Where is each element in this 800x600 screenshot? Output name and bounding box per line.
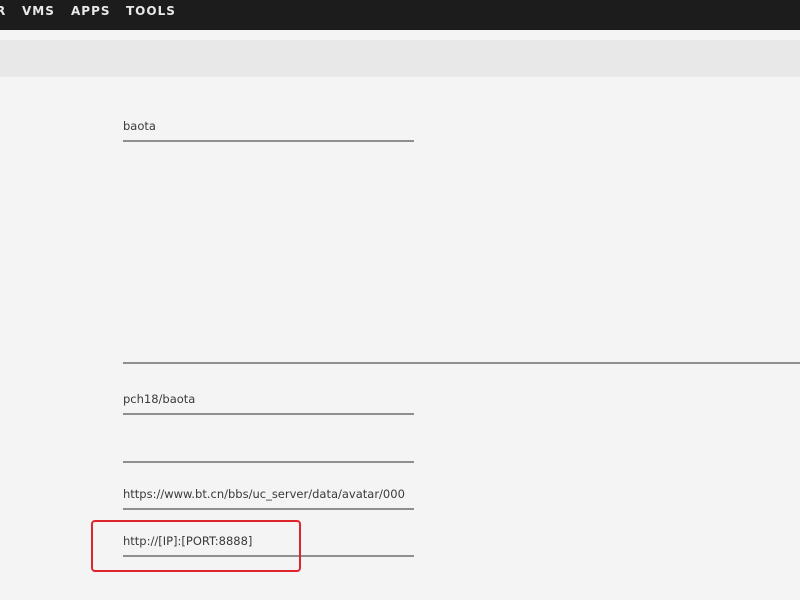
icon-url-field[interactable]: https://www.bt.cn/bbs/uc_server/data/ava… bbox=[123, 479, 414, 510]
nav-item-apps[interactable]: APPS bbox=[71, 4, 111, 18]
nav-item-vms[interactable]: VMS bbox=[22, 4, 55, 18]
nav-item-tools[interactable]: TOOLS bbox=[126, 4, 176, 18]
icon-url-field-value: https://www.bt.cn/bbs/uc_server/data/ava… bbox=[123, 487, 405, 501]
name-field-value: baota bbox=[123, 119, 156, 133]
sub-header-bar bbox=[0, 40, 800, 77]
nav-item-truncated[interactable]: R bbox=[0, 4, 6, 18]
repository-field[interactable]: pch18/baota bbox=[123, 384, 414, 415]
support-field[interactable] bbox=[123, 432, 414, 463]
repository-field-value: pch18/baota bbox=[123, 392, 196, 406]
top-navigation-bar: R VMS APPS TOOLS bbox=[0, 0, 800, 30]
highlight-annotation-box bbox=[91, 520, 301, 572]
name-field[interactable]: baota bbox=[123, 110, 414, 142]
description-textarea[interactable] bbox=[123, 150, 800, 364]
